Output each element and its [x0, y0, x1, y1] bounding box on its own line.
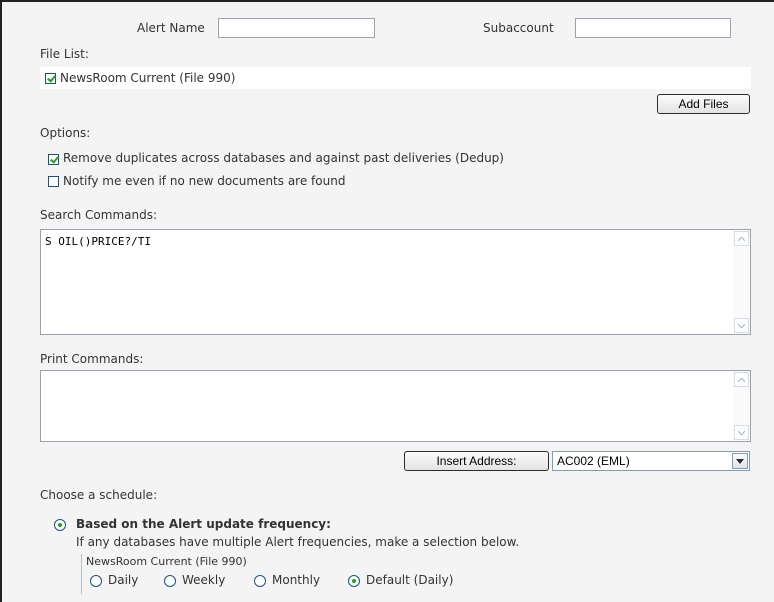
- search-commands-scrollbar[interactable]: [733, 230, 750, 334]
- frequency-default-label: Default (Daily): [366, 573, 454, 587]
- print-commands-scrollbar[interactable]: [733, 371, 750, 441]
- subaccount-input[interactable]: [575, 18, 731, 38]
- file-list-label: File List:: [40, 47, 89, 61]
- scroll-up-arrow-icon[interactable]: [734, 372, 749, 387]
- search-commands-label: Search Commands:: [40, 208, 158, 222]
- options-label: Options:: [40, 126, 91, 140]
- search-commands-textarea[interactable]: S OIL()PRICE?/TI: [40, 229, 751, 335]
- frequency-default-radio[interactable]: [348, 575, 360, 587]
- frequency-daily-radio[interactable]: [90, 575, 102, 587]
- scroll-up-arrow-icon[interactable]: [734, 231, 749, 246]
- file-list: NewsRoom Current (File 990): [40, 67, 751, 89]
- dedup-label: Remove duplicates across databases and a…: [63, 151, 504, 165]
- dedup-checkbox[interactable]: [48, 154, 59, 165]
- schedule-frequency-title: Based on the Alert update frequency:: [76, 517, 331, 531]
- subaccount-label: Subaccount: [483, 21, 554, 35]
- schedule-frequency-radio[interactable]: [54, 519, 66, 531]
- scroll-down-arrow-icon[interactable]: [734, 318, 749, 333]
- alert-form: Alert Name Subaccount File List: NewsRoo…: [0, 0, 774, 602]
- search-commands-value: S OIL()PRICE?/TI: [45, 235, 151, 248]
- address-select-value: AC002 (EML): [557, 454, 630, 468]
- schedule-database-label: NewsRoom Current (File 990): [86, 555, 247, 568]
- insert-address-button[interactable]: Insert Address:: [404, 451, 549, 471]
- notify-label: Notify me even if no new documents are f…: [63, 174, 346, 188]
- frequency-daily-label: Daily: [108, 573, 139, 587]
- frequency-monthly-label: Monthly: [272, 573, 321, 587]
- file-list-item-checkbox[interactable]: [45, 73, 56, 84]
- schedule-label: Choose a schedule:: [40, 488, 158, 502]
- frequency-weekly-radio[interactable]: [164, 575, 176, 587]
- frequency-weekly-label: Weekly: [182, 573, 226, 587]
- schedule-group-rule: [81, 554, 82, 594]
- schedule-frequency-hint: If any databases have multiple Alert fre…: [76, 535, 520, 549]
- add-files-button[interactable]: Add Files: [657, 94, 750, 114]
- print-commands-label: Print Commands:: [40, 352, 144, 366]
- chevron-down-icon[interactable]: [732, 453, 748, 469]
- frequency-monthly-radio[interactable]: [254, 575, 266, 587]
- alert-name-label: Alert Name: [137, 21, 205, 35]
- file-list-item-label: NewsRoom Current (File 990): [60, 71, 236, 85]
- notify-checkbox[interactable]: [48, 176, 59, 187]
- print-commands-textarea[interactable]: [40, 370, 751, 442]
- alert-name-input[interactable]: [218, 18, 375, 38]
- scroll-down-arrow-icon[interactable]: [734, 425, 749, 440]
- address-select[interactable]: AC002 (EML): [552, 451, 750, 471]
